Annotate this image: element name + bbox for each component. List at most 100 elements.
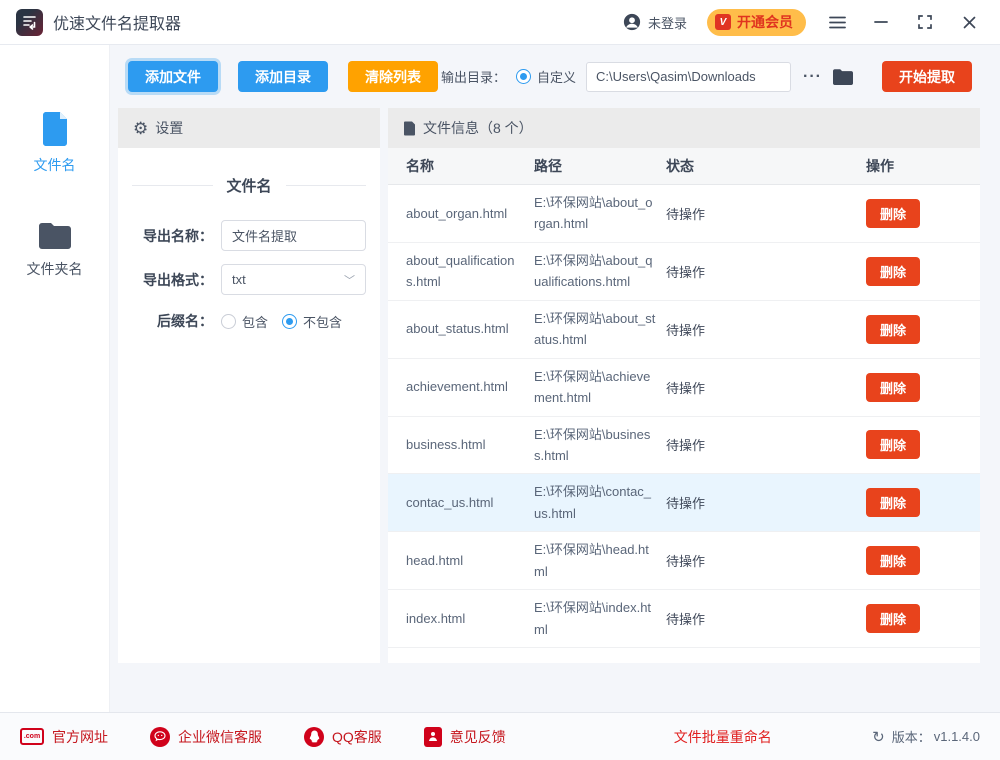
suffix-label: 后缀名： xyxy=(118,311,213,331)
divider-line xyxy=(286,185,367,186)
delete-button[interactable]: 删除 xyxy=(866,373,920,402)
open-folder-button[interactable] xyxy=(832,68,854,86)
delete-button[interactable]: 删除 xyxy=(866,546,920,575)
file-action-cell: 删除 xyxy=(866,546,962,575)
folder-icon xyxy=(832,68,854,86)
col-name: 名称 xyxy=(406,156,534,176)
delete-button[interactable]: 删除 xyxy=(866,488,920,517)
radio-icon xyxy=(221,314,236,329)
export-format-label: 导出格式： xyxy=(118,270,213,290)
app-window: 优速文件名提取器 未登录 V 开通会员 xyxy=(0,0,1000,760)
maximize-icon xyxy=(918,15,932,29)
user-icon xyxy=(623,13,641,31)
file-status-cell: 待操作 xyxy=(666,435,866,454)
table-row[interactable]: contac_us.html E:\环保网站\contac_us.html 待操… xyxy=(388,474,980,532)
qq-support-label: QQ客服 xyxy=(332,727,382,747)
radio-label: 包含 xyxy=(242,312,268,331)
radio-icon xyxy=(282,314,297,329)
qq-support-link[interactable]: QQ客服 xyxy=(304,727,382,747)
table-row[interactable]: business.html E:\环保网站\business.html 待操作 … xyxy=(388,417,980,475)
table-row[interactable]: achievement.html E:\环保网站\achievement.htm… xyxy=(388,359,980,417)
file-status-cell: 待操作 xyxy=(666,609,866,628)
file-path-cell: E:\环保网站\achievement.html xyxy=(534,366,666,409)
wechat-support-link[interactable]: 企业微信客服 xyxy=(150,727,262,747)
delete-button[interactable]: 删除 xyxy=(866,430,920,459)
folder-icon xyxy=(37,221,73,251)
output-path-input[interactable] xyxy=(586,62,791,92)
hamburger-icon xyxy=(829,16,846,29)
start-extract-button[interactable]: 开始提取 xyxy=(882,61,972,92)
file-table-body: about_organ.html E:\环保网站\about_organ.htm… xyxy=(388,185,980,663)
official-site-link[interactable]: .com 官方网址 xyxy=(20,727,108,747)
open-vip-button[interactable]: V 开通会员 xyxy=(707,9,806,36)
feedback-icon xyxy=(424,727,442,747)
delete-button[interactable]: 删除 xyxy=(866,199,920,228)
feedback-link[interactable]: 意见反馈 xyxy=(424,727,506,747)
file-name-cell: index.html xyxy=(406,608,534,629)
section-title-text: 文件名 xyxy=(227,175,272,196)
custom-dir-label: 自定义 xyxy=(537,67,576,86)
file-name-cell: about_status.html xyxy=(406,318,534,339)
version-info: ↻ 版本：v1.1.4.0 xyxy=(872,727,980,746)
feedback-label: 意见反馈 xyxy=(450,727,506,747)
file-action-cell: 删除 xyxy=(866,430,962,459)
wechat-icon xyxy=(150,727,170,747)
close-button[interactable] xyxy=(956,9,982,35)
sidebar-item-folder-name[interactable]: 文件夹名 xyxy=(27,221,83,279)
settings-form: 导出名称： 导出格式： txt ﹀ 后缀名： 包含不包含 xyxy=(118,220,380,331)
file-name-cell: head.html xyxy=(406,550,534,571)
toolbar: 添加文件 添加目录 清除列表 输出目录： 自定义 ··· 开始提取 xyxy=(110,45,1000,108)
user-account[interactable]: 未登录 xyxy=(623,13,687,32)
table-row[interactable]: about_qualifications.html E:\环保网站\about_… xyxy=(388,243,980,301)
delete-button[interactable]: 删除 xyxy=(866,604,920,633)
browse-dots-button[interactable]: ··· xyxy=(799,68,826,86)
file-status-cell: 待操作 xyxy=(666,204,866,223)
sidebar-item-label: 文件夹名 xyxy=(27,259,83,279)
suffix-radio-selected[interactable]: 不包含 xyxy=(282,312,342,331)
menu-button[interactable] xyxy=(824,9,850,35)
vip-icon: V xyxy=(715,14,731,30)
qq-icon xyxy=(304,727,324,747)
sidebar-item-label: 文件名 xyxy=(34,155,76,175)
vip-label: 开通会员 xyxy=(737,12,793,32)
table-row[interactable]: about_status.html E:\环保网站\about_status.h… xyxy=(388,301,980,359)
chevron-down-icon: ﹀ xyxy=(344,272,355,288)
file-path-cell: E:\环保网站\business.html xyxy=(534,424,666,467)
official-site-label: 官方网址 xyxy=(52,727,108,747)
file-name-cell: about_organ.html xyxy=(406,203,534,224)
login-status: 未登录 xyxy=(648,13,687,32)
maximize-button[interactable] xyxy=(912,9,938,35)
export-format-select[interactable]: txt ﹀ xyxy=(221,264,366,295)
settings-header-label: 设置 xyxy=(155,118,183,138)
export-format-value: txt xyxy=(232,272,246,287)
suffix-radio-option[interactable]: 包含 xyxy=(221,312,268,331)
website-icon: .com xyxy=(20,728,44,745)
app-logo-icon xyxy=(16,9,43,36)
minimize-button[interactable] xyxy=(868,9,894,35)
clear-list-button[interactable]: 清除列表 xyxy=(348,61,438,92)
close-icon xyxy=(963,16,976,29)
file-path-cell: E:\环保网站\index.html xyxy=(534,597,666,640)
batch-rename-link[interactable]: 文件批量重命名 xyxy=(674,727,772,747)
refresh-icon[interactable]: ↻ xyxy=(872,728,885,746)
add-directory-button[interactable]: 添加目录 xyxy=(238,61,328,92)
footer-bar: .com 官方网址 企业微信客服 QQ客服 意见反馈 文件批量重命名 ↻ 版本：… xyxy=(0,712,1000,760)
file-action-cell: 删除 xyxy=(866,199,962,228)
file-name-cell: contac_us.html xyxy=(406,492,534,513)
title-bar: 优速文件名提取器 未登录 V 开通会员 xyxy=(0,0,1000,45)
export-name-label: 导出名称： xyxy=(118,226,213,246)
delete-button[interactable]: 删除 xyxy=(866,315,920,344)
table-row[interactable]: index.html E:\环保网站\index.html 待操作 删除 xyxy=(388,590,980,648)
col-path: 路径 xyxy=(534,156,666,176)
sidebar-item-file-name[interactable]: 文件名 xyxy=(34,111,76,175)
file-action-cell: 删除 xyxy=(866,488,962,517)
table-row[interactable]: head.html E:\环保网站\head.html 待操作 删除 xyxy=(388,532,980,590)
file-path-cell: E:\环保网站\about_status.html xyxy=(534,308,666,351)
file-name-cell: about_qualifications.html xyxy=(406,250,534,293)
table-row[interactable]: about_organ.html E:\环保网站\about_organ.htm… xyxy=(388,185,980,243)
export-name-input[interactable] xyxy=(221,220,366,251)
add-files-button[interactable]: 添加文件 xyxy=(128,61,218,92)
delete-button[interactable]: 删除 xyxy=(866,257,920,286)
file-icon xyxy=(38,111,72,147)
custom-dir-radio[interactable]: 自定义 xyxy=(516,67,576,86)
